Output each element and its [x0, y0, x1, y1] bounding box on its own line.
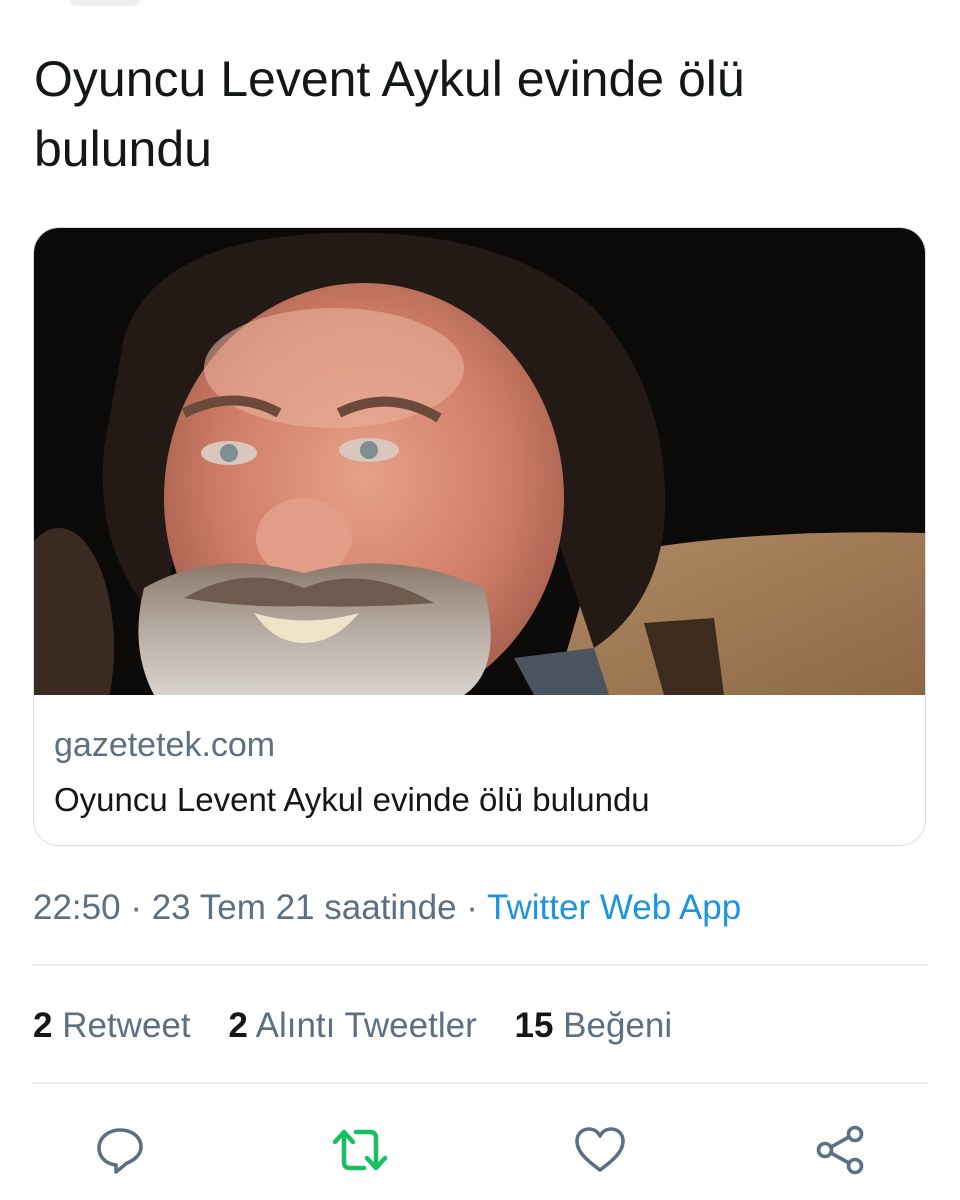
tweet-source-link[interactable]: Twitter Web App: [487, 888, 741, 927]
meta-separator: ·: [120, 888, 152, 927]
quote-count: 2: [228, 1006, 248, 1045]
tweet-date[interactable]: 23 Tem 21 saatinde: [152, 888, 457, 927]
heart-icon: [575, 1127, 625, 1172]
tweet-actions: [0, 1118, 960, 1182]
reply-button[interactable]: [88, 1118, 152, 1182]
retweet-count: 2: [33, 1006, 53, 1045]
retweet-count-link[interactable]: 2 Retweet: [33, 1006, 191, 1045]
divider: [33, 964, 927, 966]
like-count: 15: [514, 1006, 554, 1045]
like-label: Beğeni: [563, 1006, 673, 1045]
tweet-meta: 22:50 · 23 Tem 21 saatinde · Twitter Web…: [33, 884, 741, 932]
meta-separator: ·: [456, 888, 488, 927]
like-count-link[interactable]: 15 Beğeni: [514, 1006, 672, 1045]
like-button[interactable]: [568, 1118, 632, 1182]
top-fade-decoration: [70, 0, 140, 6]
retweet-button[interactable]: [328, 1118, 392, 1182]
reply-icon: [97, 1128, 143, 1174]
share-icon: [816, 1125, 864, 1175]
card-photo: [34, 228, 925, 695]
tweet-time[interactable]: 22:50: [33, 888, 121, 927]
retweet-icon: [332, 1129, 388, 1171]
quote-label: Alıntı Tweetler: [255, 1006, 477, 1045]
divider: [33, 1082, 927, 1084]
quote-count-link[interactable]: 2 Alıntı Tweetler: [228, 1006, 476, 1045]
card-title[interactable]: Oyuncu Levent Aykul evinde ölü bulundu: [54, 780, 650, 820]
tweet-text: Oyuncu Levent Aykul evinde ölü bulundu: [34, 51, 745, 177]
card-domain: gazetetek.com: [54, 726, 276, 764]
share-button[interactable]: [808, 1118, 872, 1182]
card-body[interactable]: gazetetek.com Oyuncu Levent Aykul evinde…: [34, 695, 925, 845]
retweet-label: Retweet: [62, 1006, 191, 1045]
tweet-stats: 2 Retweet 2 Alıntı Tweetler 15 Beğeni: [33, 1002, 700, 1050]
link-preview-card[interactable]: gazetetek.com Oyuncu Levent Aykul evinde…: [33, 227, 926, 846]
